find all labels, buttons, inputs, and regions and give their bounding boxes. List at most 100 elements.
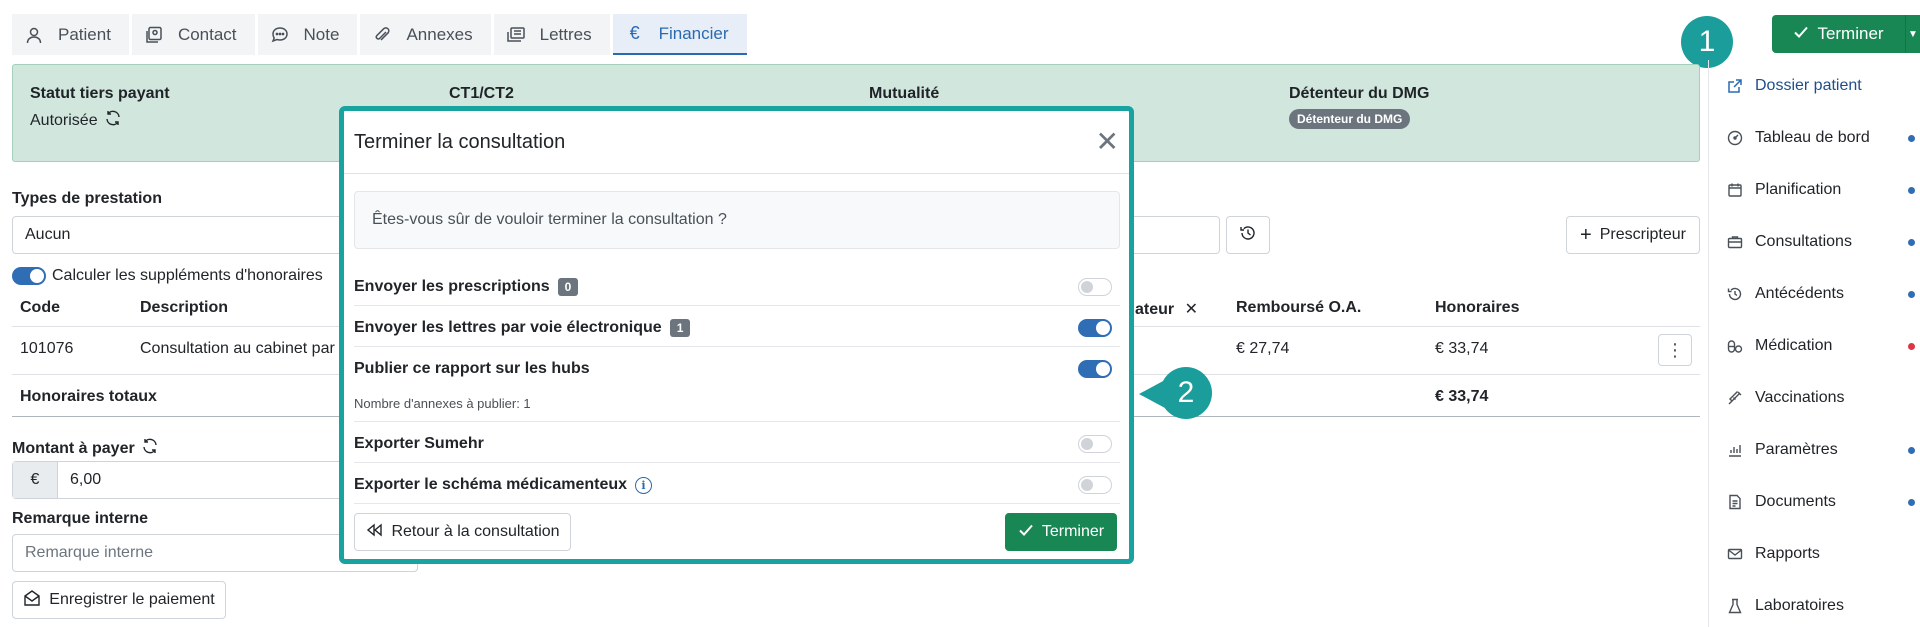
sumehr-toggle[interactable] [1078,435,1112,453]
row-actions-button[interactable]: ⋮ [1658,334,1692,366]
dashboard-icon [1725,128,1745,148]
tab-lettres[interactable]: Lettres [493,14,610,55]
retour-label: Retour à la consultation [391,523,560,540]
sidebar-item-label: Tableau de bord [1755,129,1870,146]
terminer-dropdown-toggle[interactable]: ▼ [1905,15,1920,53]
confirm-terminer-button[interactable]: Terminer [1005,513,1117,551]
supplements-toggle[interactable] [12,267,46,285]
sidebar-item-label: Consultations [1755,233,1852,250]
dmg-block: Détenteur du DMG Détenteur du DMG [1289,85,1429,129]
modal-title: Terminer la consultation [354,130,566,153]
tab-label: Patient [58,24,111,44]
external-link-icon [1725,76,1745,96]
plus-icon: + [1580,223,1592,246]
rewind-icon [365,522,383,543]
annexes-count-note: Nombre d'annexes à publier: 1 [354,396,531,411]
callout-2: 2 [1160,367,1212,419]
notification-dot [1908,134,1915,142]
terminer-button[interactable]: Terminer [1772,15,1905,53]
prescriptions-toggle[interactable] [1078,278,1112,296]
sidebar-item-label: Laboratoires [1755,597,1844,614]
option-envoyer-prescriptions: Envoyer les prescriptions 0 [354,275,1120,299]
option-label: Publier ce rapport sur les hubs [354,360,590,377]
sidebar-item-documents[interactable]: Documents [1725,492,1915,512]
document-icon [1725,492,1745,512]
tab-financier[interactable]: € Financier [612,14,747,55]
schema-toggle[interactable] [1078,476,1112,494]
option-label: Exporter Sumehr [354,435,484,452]
pills-icon [1725,336,1745,356]
supplements-row: Calculer les suppléments d'honoraires [12,267,323,285]
sidebar-item-vaccinations[interactable]: Vaccinations [1725,388,1915,408]
remarque-label: Remarque interne [12,510,149,527]
remarque-placeholder: Remarque interne [25,544,154,561]
sidebar-item-laboratoires[interactable]: Laboratoires [1725,596,1915,616]
sidebar-item-medication[interactable]: Médication [1725,336,1915,356]
notification-dot [1908,498,1915,506]
col-prestataire: ateur ✕ [1135,299,1198,319]
sidebar-item-planification[interactable]: Planification [1725,180,1915,200]
tab-label: Lettres [539,24,592,44]
close-icon[interactable]: ✕ [1096,128,1119,156]
clear-icon[interactable]: ✕ [1185,301,1198,318]
envelope-open-icon [23,589,41,612]
option-divider [354,346,1120,347]
paperclip-icon [370,23,394,47]
info-icon[interactable]: i [635,476,653,494]
option-label: Envoyer les lettres par voie électroniqu… [354,319,662,336]
letters-icon [504,23,528,47]
alert-dot [1908,342,1915,350]
sidebar-item-antecedents[interactable]: Antécédents [1725,284,1915,304]
col-rembourse: Remboursé O.A. [1236,299,1362,316]
lettres-toggle[interactable] [1078,319,1112,337]
notification-dot [1908,186,1915,194]
sidebar-item-consultations[interactable]: Consultations [1725,232,1915,252]
tab-annexes[interactable]: Annexes [360,14,491,55]
option-publier-hubs: Publier ce rapport sur les hubs [354,357,1120,381]
hubs-toggle[interactable] [1078,360,1112,378]
speech-bubble-icon [268,23,292,47]
option-divider [354,462,1120,463]
tab-bar: Patient Contact Note Annexes Lettres € F… [12,14,750,55]
tab-label: Contact [177,24,237,44]
col-honoraires: Honoraires [1435,299,1520,316]
option-divider [354,421,1120,422]
dmg-label: Détenteur du DMG [1289,85,1430,102]
sidebar-item-tableau-de-bord[interactable]: Tableau de bord [1725,128,1915,148]
sidebar-item-label: Documents [1755,493,1836,510]
row-description: Consultation au cabinet par [140,340,335,357]
sidebar-item-parametres[interactable]: Paramètres [1725,440,1915,460]
tab-contact[interactable]: Contact [131,14,255,55]
retour-consultation-button[interactable]: Retour à la consultation [354,513,571,551]
sidebar-item-label: Vaccinations [1755,389,1845,406]
kebab-icon: ⋮ [1666,339,1684,360]
notification-dot [1908,238,1915,246]
history-button[interactable] [1226,216,1270,254]
contact-card-icon [142,23,166,47]
prescripteur-search-input[interactable] [1130,216,1220,254]
option-label: Envoyer les prescriptions [354,278,550,295]
sidebar-item-label: Paramètres [1755,441,1838,458]
check-icon [1793,24,1809,45]
ct-block: CT1/CT2 [449,85,514,103]
tab-patient[interactable]: Patient [12,14,129,55]
refresh-icon[interactable] [141,437,159,460]
sidebar: Dossier patient Tableau de bord Planific… [1708,60,1920,627]
tab-note[interactable]: Note [257,14,358,55]
types-prestation-value: Aucun [25,226,71,243]
check-icon [1018,522,1034,543]
types-prestation-select[interactable]: Aucun [12,216,344,254]
sidebar-item-rapports[interactable]: Rapports [1725,544,1915,564]
refresh-icon[interactable] [104,109,122,132]
sidebar-item-dossier-patient[interactable]: Dossier patient [1725,76,1915,96]
supplements-label: Calculer les suppléments d'honoraires [52,267,323,284]
add-prescripteur-button[interactable]: + Prescripteur [1566,216,1700,254]
sidebar-item-label: Médication [1755,337,1833,354]
user-icon [22,23,46,47]
row-code: 101076 [20,340,74,357]
sidebar-item-label: Rapports [1755,545,1820,562]
montant-label: Montant à payer [12,439,135,457]
prescripteur-label: Prescripteur [1599,226,1686,243]
enregistrer-paiement-button[interactable]: Enregistrer le paiement [12,581,226,619]
option-divider [354,305,1120,306]
